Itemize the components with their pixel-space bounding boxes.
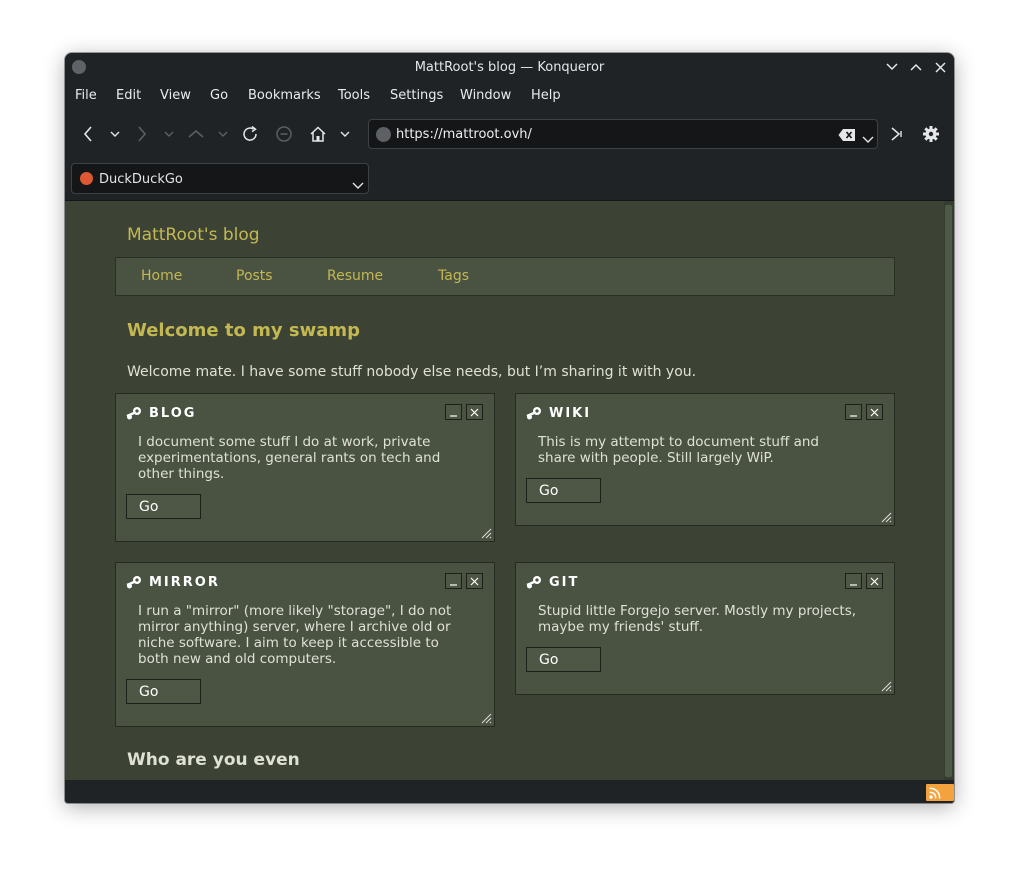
intro-text: Welcome mate. I have some stuff nobody e… — [127, 364, 697, 380]
site-nav: Home Posts Resume Tags — [115, 257, 895, 296]
welcome-heading: Welcome to my swamp — [127, 320, 360, 341]
close-icon[interactable] — [466, 404, 483, 420]
who-heading: Who are you even — [127, 750, 300, 770]
resize-grip-icon[interactable] — [480, 527, 492, 539]
minimize-icon[interactable] — [845, 573, 862, 589]
site-title[interactable]: MattRoot's blog — [127, 225, 260, 245]
close-icon[interactable] — [866, 404, 883, 420]
menu-bookmarks[interactable]: Bookmarks — [248, 88, 321, 103]
steam-icon — [126, 576, 141, 589]
menu-edit[interactable]: Edit — [116, 88, 141, 103]
nav-resume[interactable]: Resume — [327, 268, 383, 284]
site-info-icon[interactable] — [376, 127, 391, 142]
search-engine-box[interactable]: DuckDuckGo — [71, 163, 369, 194]
web-content: MattRoot's blog Home Posts Resume Tags W… — [65, 200, 954, 781]
chevron-up-icon[interactable] — [906, 57, 926, 77]
clear-icon[interactable] — [838, 127, 856, 141]
card-description: This is my attempt to document stuff and… — [538, 434, 819, 466]
minimize-icon[interactable] — [445, 404, 462, 420]
menu-window[interactable]: Window — [460, 88, 511, 103]
card-window-controls — [445, 573, 484, 590]
forward-history-chevron-icon[interactable] — [159, 124, 179, 144]
menu-bar: File Edit View Go Bookmarks Tools Settin… — [65, 83, 954, 109]
go-button[interactable]: Go — [126, 494, 201, 519]
card-window-controls — [445, 404, 484, 421]
scrollbar[interactable] — [944, 201, 954, 781]
nav-home[interactable]: Home — [141, 268, 182, 284]
nav-posts[interactable]: Posts — [236, 268, 273, 284]
rss-icon[interactable] — [926, 784, 954, 801]
card-wiki: WIKI This is my attempt to document stuf… — [515, 393, 895, 526]
arrow-left-icon[interactable] — [78, 124, 98, 144]
nav-tags[interactable]: Tags — [438, 268, 469, 284]
menu-view[interactable]: View — [160, 88, 191, 103]
card-window-controls — [845, 573, 884, 590]
menu-file[interactable]: File — [75, 88, 97, 103]
card-title: MIRROR — [149, 575, 220, 590]
title-bar: MattRoot's blog — Konqueror — [65, 53, 954, 81]
home-icon[interactable] — [308, 124, 328, 144]
url-bar[interactable]: https://mattroot.ovh/ — [368, 119, 878, 149]
resize-grip-icon[interactable] — [880, 680, 892, 692]
steam-icon — [526, 407, 541, 420]
card-title: GIT — [549, 575, 580, 590]
duckduckgo-icon — [80, 172, 93, 185]
browser-window: MattRoot's blog — Konqueror File Edit Vi… — [65, 53, 954, 803]
card-description: I document some stuff I do at work, priv… — [138, 434, 441, 482]
card-blog: BLOG I document some stuff I do at work,… — [115, 393, 495, 542]
card-title: BLOG — [149, 406, 197, 421]
status-bar — [65, 780, 954, 803]
go-button[interactable]: Go — [126, 679, 201, 704]
stop-icon[interactable] — [274, 124, 294, 144]
steam-icon — [126, 407, 141, 420]
minimize-icon[interactable] — [445, 573, 462, 589]
resize-grip-icon[interactable] — [480, 712, 492, 724]
minimize-icon[interactable] — [845, 404, 862, 420]
card-description: I run a "mirror" (more likely "storage",… — [138, 603, 452, 667]
window-title: MattRoot's blog — Konqueror — [414, 60, 605, 75]
chevron-down-icon[interactable] — [882, 57, 902, 77]
steam-icon — [526, 576, 541, 589]
card-git: GIT Stupid little Forgejo server. Mostly… — [515, 562, 895, 695]
scrollbar-thumb[interactable] — [945, 205, 952, 777]
go-button[interactable]: Go — [526, 478, 601, 503]
search-engine-label: DuckDuckGo — [99, 172, 183, 187]
chevron-down-icon[interactable] — [352, 175, 364, 189]
back-history-chevron-icon[interactable] — [105, 124, 125, 144]
close-icon[interactable] — [930, 57, 950, 77]
resize-grip-icon[interactable] — [880, 511, 892, 523]
home-menu-chevron-icon[interactable] — [335, 124, 355, 144]
close-icon[interactable] — [466, 573, 483, 589]
arrow-up-icon[interactable] — [186, 124, 206, 144]
menu-go[interactable]: Go — [210, 88, 228, 103]
menu-help[interactable]: Help — [531, 88, 561, 103]
url-history-chevron-icon[interactable] — [862, 129, 874, 143]
arrow-right-icon[interactable] — [132, 124, 152, 144]
reload-icon[interactable] — [240, 124, 260, 144]
url-input[interactable]: https://mattroot.ovh/ — [396, 127, 532, 142]
go-button[interactable]: Go — [526, 647, 601, 672]
card-window-controls — [845, 404, 884, 421]
close-icon[interactable] — [866, 573, 883, 589]
card-title: WIKI — [549, 406, 592, 421]
card-mirror: MIRROR I run a "mirror" (more likely "st… — [115, 562, 495, 727]
card-description: Stupid little Forgejo server. Mostly my … — [538, 603, 857, 635]
gear-icon[interactable] — [921, 124, 941, 144]
go-icon[interactable] — [886, 124, 906, 144]
menu-tools[interactable]: Tools — [338, 88, 370, 103]
up-history-chevron-icon[interactable] — [213, 124, 233, 144]
menu-settings[interactable]: Settings — [390, 88, 443, 103]
